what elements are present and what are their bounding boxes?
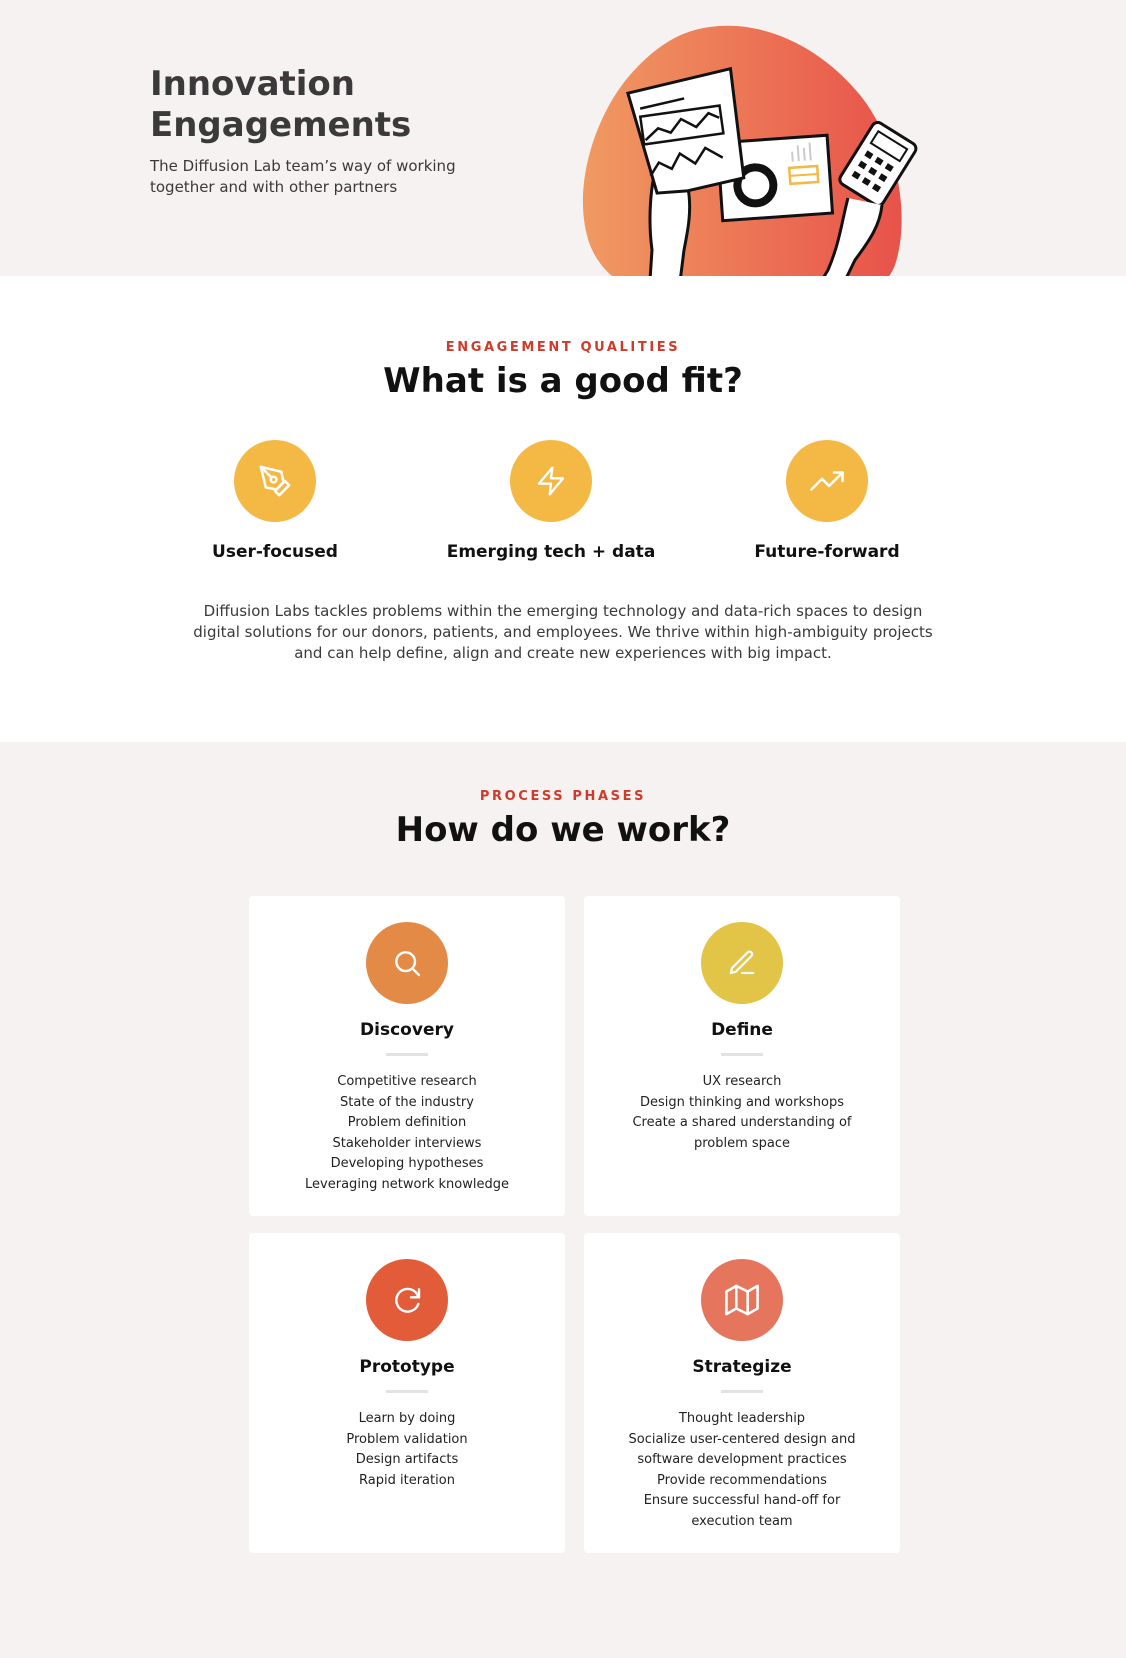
phase-card-title: Define	[711, 1020, 773, 1040]
pen-tool-icon	[259, 465, 291, 497]
search-icon	[395, 951, 421, 977]
list-item: UX research	[702, 1074, 782, 1089]
quality-future-forward: Future-forward	[697, 440, 957, 570]
list-item: State of the industry	[340, 1094, 474, 1110]
quality-label: User-focused	[212, 542, 338, 562]
phase-divider	[721, 1053, 763, 1056]
phase-card-define: Define UX research Design thinking and w…	[584, 896, 900, 1216]
list-item: Rapid iteration	[359, 1472, 455, 1488]
phase-card-title: Strategize	[692, 1357, 792, 1377]
map-icon	[725, 1284, 759, 1316]
phase-icon-circle	[366, 1259, 448, 1341]
phase-item-list: Learn by doing Problem validation Design…	[269, 1409, 545, 1491]
list-item: software development practices	[637, 1452, 847, 1468]
quality-icon-circle	[786, 440, 868, 522]
phase-card-strategize: Strategize Thought leadership Socialize …	[584, 1233, 900, 1553]
engagement-qualities-section: ENGAGEMENT QUALITIES What is a good fit?…	[0, 276, 1126, 742]
quality-label: Future-forward	[754, 542, 900, 562]
phase-card-title: Prototype	[359, 1357, 455, 1377]
phase-icon-circle	[701, 1259, 783, 1341]
qualities-title: What is a good fit?	[383, 361, 743, 401]
list-item: Stakeholder interviews	[332, 1135, 482, 1151]
qualities-description: Diffusion Labs tackles problems within t…	[193, 602, 933, 662]
phase-divider	[386, 1390, 428, 1393]
list-item: Ensure successful hand-off for	[643, 1493, 841, 1509]
list-item: execution team	[691, 1513, 793, 1529]
list-item: Problem validation	[346, 1431, 468, 1447]
phase-divider	[721, 1390, 763, 1393]
list-item: Socialize user-centered design and	[628, 1431, 856, 1447]
phase-card-discovery: Discovery Competitive research State of …	[249, 896, 565, 1216]
phase-item-list: Competitive research State of the indust…	[269, 1072, 545, 1196]
quality-user-focused: User-focused	[145, 440, 405, 570]
list-item: Competitive research	[337, 1074, 477, 1089]
hero-subtitle: The Diffusion Lab team’s way of working …	[150, 157, 456, 196]
trending-up-icon	[810, 471, 844, 491]
list-item: Developing hypotheses	[330, 1156, 484, 1172]
list-item: Design thinking and workshops	[639, 1094, 844, 1110]
process-phases-section: PROCESS PHASES How do we work? Discovery…	[0, 742, 1126, 1658]
lightning-icon	[537, 466, 565, 496]
phase-icon-circle	[701, 922, 783, 1004]
phase-card-title: Discovery	[360, 1020, 454, 1040]
hands-holding-reports-illustration	[582, 25, 918, 276]
phase-card-prototype: Prototype Learn by doing Problem validat…	[249, 1233, 565, 1553]
quality-icon-circle	[510, 440, 592, 522]
list-item: Provide recommendations	[657, 1472, 827, 1488]
phases-title: How do we work?	[395, 810, 731, 850]
pencil-icon	[729, 950, 755, 975]
list-item: Learn by doing	[358, 1411, 456, 1426]
list-item: Leveraging network knowledge	[305, 1176, 509, 1192]
quality-icon-circle	[234, 440, 316, 522]
refresh-icon	[395, 1287, 421, 1313]
qualities-eyebrow: ENGAGEMENT QUALITIES	[445, 340, 681, 355]
quality-emerging-tech: Emerging tech + data	[421, 440, 681, 570]
list-item: Thought leadership	[678, 1411, 806, 1426]
phase-divider	[386, 1053, 428, 1056]
hero-section: Innovation Engagements The Diffusion Lab…	[0, 0, 1126, 276]
phases-eyebrow: PROCESS PHASES	[479, 789, 647, 804]
phase-item-list: UX research Design thinking and workshop…	[604, 1072, 880, 1154]
list-item: Design artifacts	[355, 1452, 459, 1468]
phase-item-list: Thought leadership Socialize user-center…	[604, 1409, 880, 1533]
phase-icon-circle	[366, 922, 448, 1004]
quality-label: Emerging tech + data	[446, 542, 656, 562]
list-item: Create a shared understanding of	[632, 1115, 852, 1131]
list-item: problem space	[693, 1135, 791, 1151]
hero-title: Innovation Engagements	[150, 64, 412, 145]
list-item: Problem definition	[347, 1115, 467, 1131]
